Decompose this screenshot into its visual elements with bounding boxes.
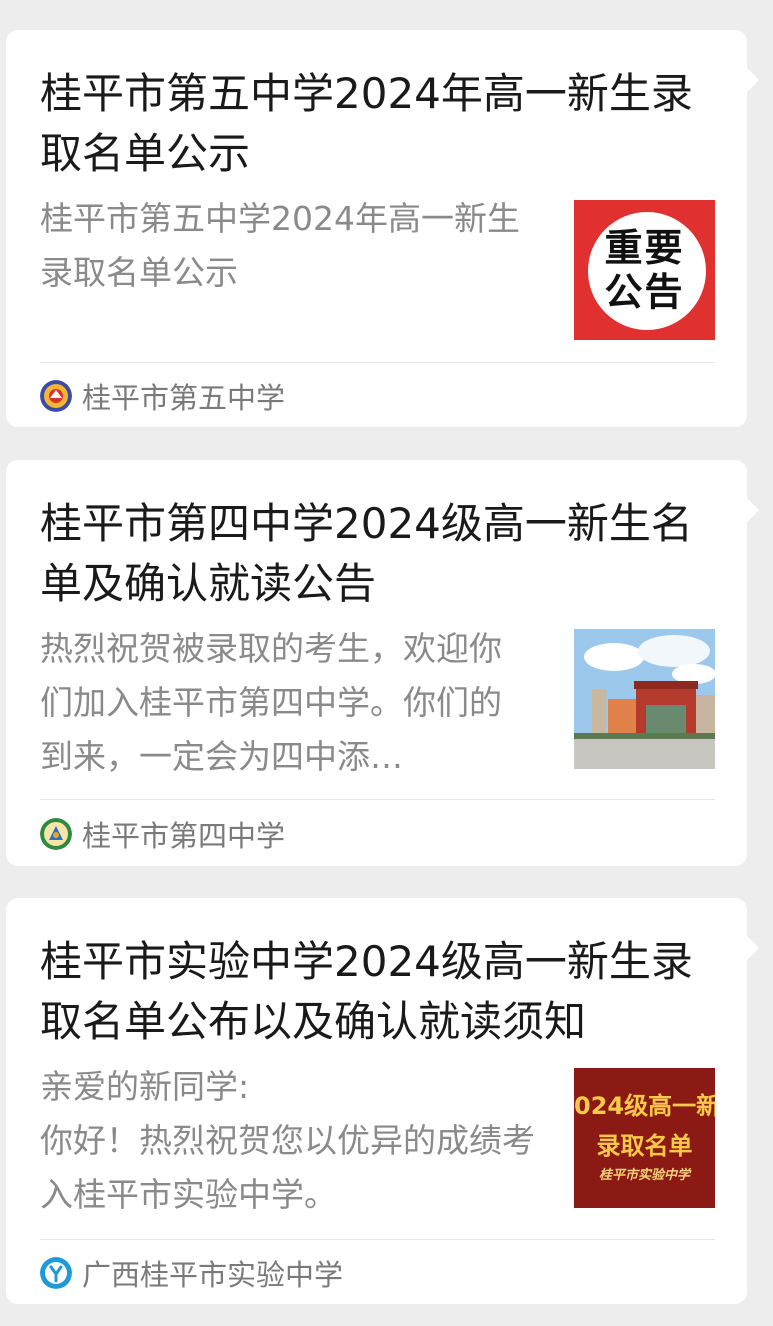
article-title[interactable]: 桂平市第五中学2024年高一新生录取名单公示 xyxy=(40,64,700,184)
article-card[interactable]: 桂平市第四中学2024级高一新生名单及确认就读公告 热烈祝贺被录取的考生，欢迎你… xyxy=(6,460,759,866)
divider xyxy=(40,799,715,800)
thumbnail-caption: 024级高一新 xyxy=(574,1092,715,1120)
article-thumbnail[interactable] xyxy=(574,629,715,769)
school-emblem-icon xyxy=(40,380,72,412)
thumbnail-caption: 录取名单 xyxy=(596,1132,693,1160)
school-emblem-icon xyxy=(40,818,72,850)
source-name: 桂平市第四中学 xyxy=(82,819,286,853)
article-thumbnail[interactable]: 024级高一新 录取名单 桂平市实验中学 xyxy=(574,1068,715,1208)
divider xyxy=(40,362,715,363)
article-title[interactable]: 桂平市实验中学2024级高一新生录取名单公布以及确认就读须知 xyxy=(40,932,700,1052)
article-source[interactable]: 桂平市第五中学 xyxy=(40,378,286,415)
article-feed: 桂平市第五中学2024年高一新生录取名单公示 桂平市第五中学2024年高一新生录… xyxy=(0,0,773,1326)
article-thumbnail[interactable]: 重要公告 xyxy=(574,200,715,340)
source-name: 桂平市第五中学 xyxy=(82,381,286,415)
article-summary: 桂平市第五中学2024年高一新生录取名单公示 xyxy=(40,199,520,292)
article-source[interactable]: 桂平市第四中学 xyxy=(40,816,286,853)
source-name: 广西桂平市实验中学 xyxy=(82,1258,344,1292)
article-card[interactable]: 桂平市实验中学2024级高一新生录取名单公布以及确认就读须知 亲爱的新同学: 你… xyxy=(6,898,759,1304)
article-card[interactable]: 桂平市第五中学2024年高一新生录取名单公示 桂平市第五中学2024年高一新生录… xyxy=(6,30,759,427)
school-emblem-icon xyxy=(40,1257,72,1289)
school-gate-photo xyxy=(574,629,715,769)
article-summary: 亲爱的新同学: 你好！热烈祝贺您以优异的成绩考入桂平市实验中学。 xyxy=(40,1067,535,1214)
divider xyxy=(40,1239,715,1240)
article-summary: 热烈祝贺被录取的考生，欢迎你们加入桂平市第四中学。你们的到来，一定会为四中添… xyxy=(40,629,502,776)
thumbnail-caption: 重要公告 xyxy=(604,226,685,314)
thumbnail-caption: 桂平市实验中学 xyxy=(598,1168,690,1183)
article-source[interactable]: 广西桂平市实验中学 xyxy=(40,1255,344,1292)
article-title[interactable]: 桂平市第四中学2024级高一新生名单及确认就读公告 xyxy=(40,494,700,614)
